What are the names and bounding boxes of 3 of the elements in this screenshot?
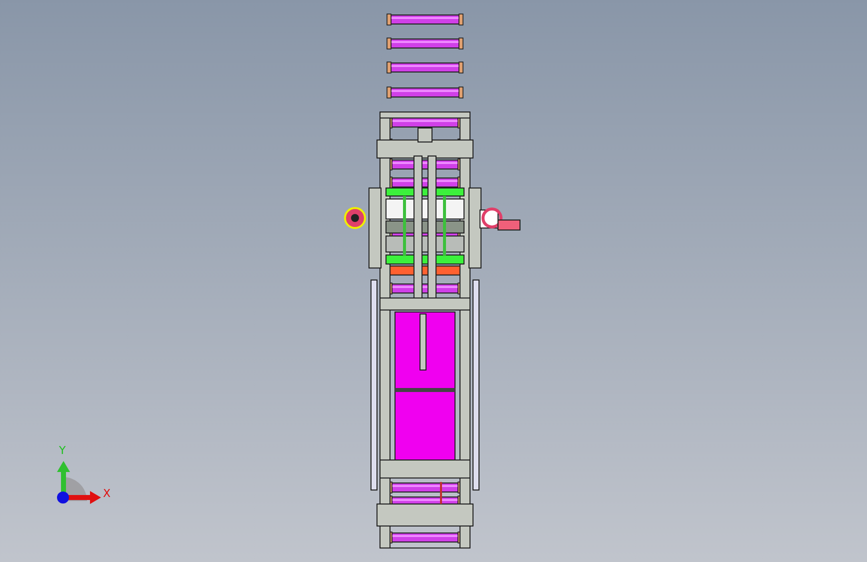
axis-triad-icon (57, 461, 101, 504)
y-axis-label: Y (59, 444, 66, 457)
x-axis-label: X (103, 487, 111, 500)
